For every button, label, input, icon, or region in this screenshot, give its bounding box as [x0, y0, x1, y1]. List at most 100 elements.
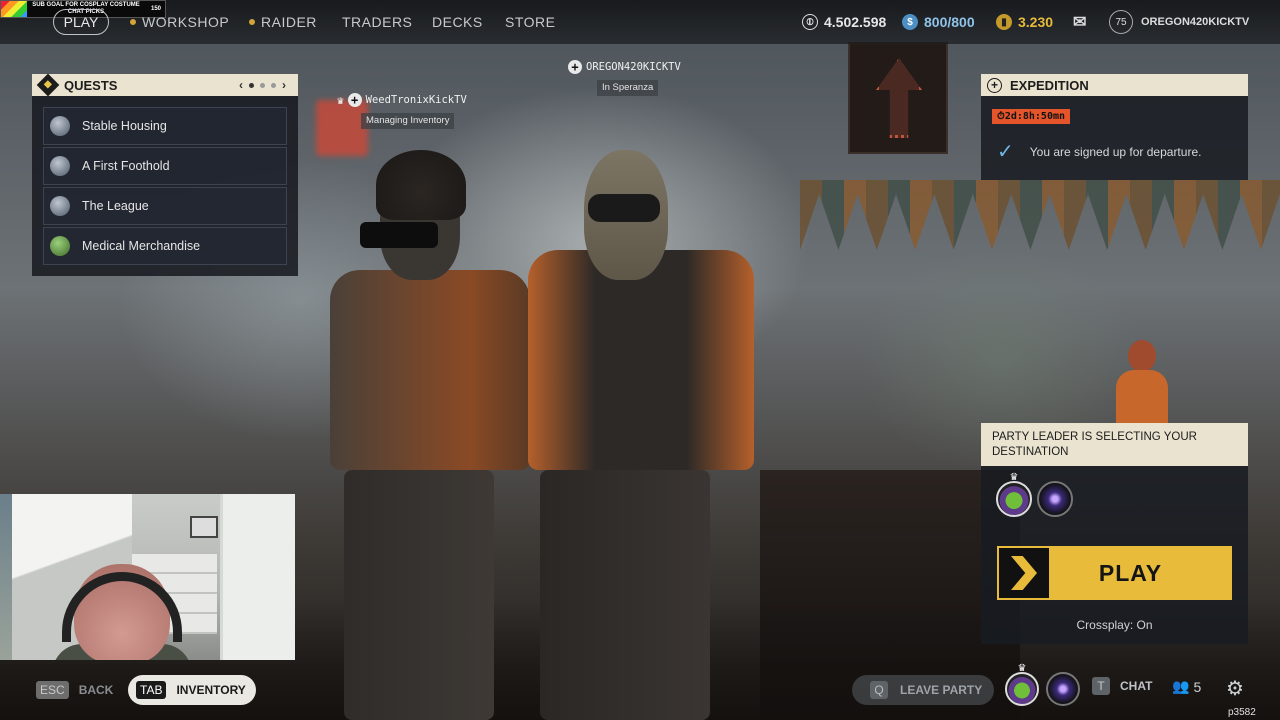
premium-currency-icon: ▮: [996, 14, 1012, 30]
coin-icon: ⦶: [802, 14, 818, 30]
arrow-up-icon: [876, 58, 922, 138]
party-member-avatar[interactable]: [1046, 672, 1080, 706]
profile-button[interactable]: 75 OREGON420KICKTV: [1109, 0, 1249, 44]
signup-status: ✓ You are signed up for departure.: [997, 142, 1201, 162]
crown-icon: ♛: [337, 93, 344, 107]
username: OREGON420KICKTV: [1141, 16, 1250, 28]
party-member-avatar[interactable]: [996, 481, 1032, 517]
checkmark-icon: ✓: [997, 141, 1014, 163]
arrow-board: [848, 42, 948, 154]
chat-button[interactable]: T CHAT: [1092, 677, 1152, 695]
nav-traders[interactable]: TRADERS: [342, 0, 412, 44]
party-member-avatar[interactable]: [1005, 672, 1039, 706]
quest-giver-icon: [50, 116, 70, 136]
webcam-feed: [12, 494, 295, 660]
timer-value: 2d:8h:50mn: [1004, 111, 1066, 122]
nav-play-tab[interactable]: PLAY: [53, 9, 109, 35]
quest-label: A First Foothold: [82, 159, 170, 173]
page-dot: [249, 82, 254, 88]
party-panel: PARTY LEADER IS SELECTING YOUR DESTINATI…: [981, 423, 1248, 644]
tab-key: TAB: [136, 681, 167, 699]
quest-giver-icon: [50, 236, 70, 256]
page-dot: [271, 82, 276, 88]
quests-title: QUESTS: [64, 77, 118, 93]
play-button-label: PLAY: [1098, 559, 1163, 586]
gear-icon[interactable]: ⚙: [1224, 678, 1246, 700]
nav-label: RAIDER: [261, 14, 317, 30]
player-name: WeedTronixKickTV: [365, 94, 467, 106]
add-circle-icon[interactable]: +: [987, 77, 1002, 93]
leave-party-button[interactable]: Q LEAVE PARTY: [852, 675, 994, 705]
quests-header: ◆ QUESTS ‹ ›: [32, 73, 298, 97]
door: [220, 494, 295, 660]
party-member-avatar[interactable]: [1037, 481, 1073, 517]
level-badge: 75: [1109, 10, 1133, 34]
back-button[interactable]: ESC BACK: [36, 677, 113, 703]
coins-value: 4.502.598: [824, 14, 887, 30]
esc-key: ESC: [36, 681, 69, 699]
nav-raider[interactable]: RAIDER: [249, 0, 317, 44]
streamer: [52, 564, 192, 660]
play-button[interactable]: PLAY: [997, 546, 1232, 600]
quest-item-a-first-foothold[interactable]: A First Foothold: [43, 147, 287, 185]
player-tag-self[interactable]: + OREGON420KICKTV: [568, 60, 681, 74]
webcam-edge: [0, 494, 12, 660]
quest-item-the-league[interactable]: The League: [43, 187, 287, 225]
premium-value: 3.230: [1018, 14, 1054, 30]
quests-pager: ‹ ›: [239, 78, 286, 92]
t-key: T: [1092, 677, 1110, 695]
chevron-right-icon[interactable]: ›: [282, 78, 286, 92]
expedition-timer: ⏱2d:8h:50mn: [992, 109, 1071, 124]
bunting-flags: [800, 180, 1280, 250]
nav-label: STORE: [505, 14, 556, 30]
chevron-left-icon[interactable]: ‹: [239, 78, 243, 92]
quest-giver-icon: [50, 156, 70, 176]
crossplay-status: Crossplay: On: [1076, 618, 1153, 632]
expedition-panel: + EXPEDITION ⏱2d:8h:50mn ✓ You are signe…: [981, 74, 1248, 180]
player-status: In Speranza: [597, 80, 659, 96]
quests-panel: ◆ QUESTS ‹ › Stable Housing A First Foot…: [32, 73, 298, 276]
quest-label: Stable Housing: [82, 119, 167, 133]
signup-message: You are signed up for departure.: [1029, 145, 1202, 159]
play-chevron-icon: [999, 548, 1049, 598]
build-version: p3582: [1228, 707, 1256, 718]
quest-label: The League: [82, 199, 149, 213]
friends-button[interactable]: 👥 5: [1172, 678, 1201, 695]
player-tag-leader[interactable]: ♛ + WeedTronixKickTV: [337, 93, 467, 107]
notification-dot-icon: [249, 19, 255, 25]
add-friend-icon[interactable]: +: [568, 60, 582, 74]
nav-workshop[interactable]: WORKSHOP: [130, 0, 229, 44]
character-left: [320, 150, 530, 720]
token-icon: $: [902, 14, 918, 30]
leave-party-label: LEAVE PARTY: [900, 683, 983, 697]
nav-decks[interactable]: DECKS: [432, 0, 483, 44]
player-name: OREGON420KICKTV: [586, 61, 681, 73]
headset-icon: [62, 572, 182, 642]
nav-store[interactable]: STORE: [505, 0, 555, 44]
nav-label: DECKS: [432, 14, 483, 30]
q-key: Q: [870, 681, 888, 699]
npc-character: [1112, 340, 1172, 430]
mail-icon[interactable]: ✉: [1073, 0, 1086, 44]
coins-stat: ⦶ 4.502.598: [802, 0, 886, 44]
quest-item-medical-merchandise[interactable]: Medical Merchandise: [43, 227, 287, 265]
rainbow-stripes-icon: [1, 1, 27, 17]
friends-count: 5: [1193, 678, 1202, 695]
inventory-button[interactable]: TAB INVENTORY: [128, 675, 256, 705]
nav-label: TRADERS: [342, 14, 413, 30]
notification-dot-icon: [130, 19, 136, 25]
tokens-value: 800/800: [924, 14, 975, 30]
quest-label: Medical Merchandise: [82, 239, 201, 253]
expedition-title: EXPEDITION: [1010, 77, 1089, 93]
chat-label: CHAT: [1120, 679, 1153, 693]
nav-label: WORKSHOP: [142, 14, 230, 30]
quest-giver-icon: [50, 196, 70, 216]
friends-icon: 👥: [1172, 678, 1190, 694]
add-friend-icon[interactable]: +: [347, 93, 362, 107]
expedition-header: + EXPEDITION: [981, 74, 1248, 96]
quest-item-stable-housing[interactable]: Stable Housing: [43, 107, 287, 145]
picture-frame: [190, 516, 218, 538]
tokens-stat: $ 800/800: [902, 0, 975, 44]
back-label: BACK: [78, 683, 114, 697]
premium-stat: ▮ 3.230: [996, 0, 1053, 44]
